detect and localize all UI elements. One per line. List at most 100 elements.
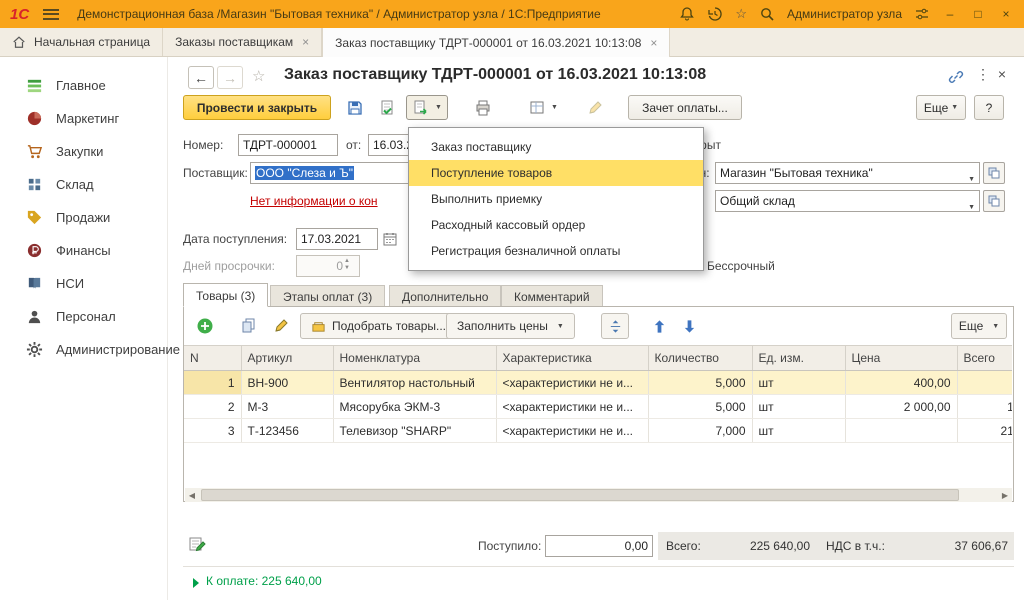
table-row[interactable]: 2 М-3 Мясорубка ЭКМ-3 <характеристики не… (184, 395, 1012, 419)
tab-additional[interactable]: Дополнительно (389, 285, 501, 307)
col-unit[interactable]: Ед. изм. (752, 346, 845, 371)
kebab-menu-icon[interactable]: ⋮ (975, 66, 991, 83)
hamburger-menu-icon[interactable] (43, 9, 59, 20)
no-contact-info-link[interactable]: Нет информации о кон (250, 190, 378, 212)
add-row-button[interactable] (192, 313, 218, 339)
warehouse-combo[interactable]: Общий склад ▼ (715, 190, 980, 212)
menu-item-cashless-payment-registration[interactable]: Регистрация безналичной оплаты (409, 238, 703, 264)
expand-rows-button[interactable] (601, 313, 629, 339)
move-row-down-button[interactable] (676, 313, 702, 339)
cell-article[interactable]: Т-123456 (241, 419, 333, 443)
cell-total[interactable]: 10 000,00 (957, 395, 1012, 419)
cell-nomenclature[interactable]: Телевизор "SHARP" (333, 419, 496, 443)
cell-article[interactable]: ВН-900 (241, 371, 333, 395)
scrollbar-thumb[interactable] (201, 489, 959, 501)
cell-total[interactable]: 213 640,00 (957, 419, 1012, 443)
col-total[interactable]: Всего (957, 346, 1012, 371)
history-icon[interactable] (707, 6, 723, 22)
cell-unit[interactable]: шт (752, 419, 845, 443)
tab-supplier-orders-list[interactable]: Заказы поставщикам × (163, 28, 322, 56)
receipt-date-field[interactable]: 17.03.2021 (296, 228, 378, 250)
pick-goods-button[interactable]: Подобрать товары... (300, 313, 457, 339)
sidebar-item-prodazhi[interactable]: Продажи (0, 201, 167, 234)
close-document-icon[interactable]: × (994, 66, 1010, 82)
received-field[interactable]: 0,00 (545, 535, 653, 557)
cell-quantity[interactable]: 5,000 (648, 371, 752, 395)
overdue-spinner[interactable]: ▲ ▼ (344, 258, 350, 271)
sidebar-item-nsi[interactable]: НСИ (0, 267, 167, 300)
cell-unit[interactable]: шт (752, 395, 845, 419)
user-settings-sliders-icon[interactable] (914, 6, 930, 22)
tab-close-icon[interactable]: × (650, 36, 657, 50)
number-field[interactable]: ТДРТ-000001 (238, 134, 338, 156)
cell-quantity[interactable]: 5,000 (648, 395, 752, 419)
col-quantity[interactable]: Количество (648, 346, 752, 371)
col-nomenclature[interactable]: Номенклатура (333, 346, 496, 371)
sidebar-item-zakupki[interactable]: Закупки (0, 135, 167, 168)
table-row[interactable]: 3 Т-123456 Телевизор "SHARP" <характерис… (184, 419, 1012, 443)
tab-home[interactable]: Начальная страница (0, 28, 163, 56)
cell-n[interactable]: 1 (184, 371, 241, 395)
scroll-right-icon[interactable]: ▶ (998, 488, 1012, 502)
create-based-on-button[interactable]: ▼ (406, 95, 448, 120)
cell-article[interactable]: М-3 (241, 395, 333, 419)
caret-down-icon[interactable]: ▼ (968, 170, 975, 184)
menu-item-goods-receipt[interactable]: Поступление товаров (409, 160, 703, 186)
scroll-left-icon[interactable]: ◀ (185, 488, 199, 502)
favorite-star-icon[interactable]: ☆ (252, 67, 265, 85)
tab-goods[interactable]: Товары (3) (183, 283, 268, 307)
sidebar-item-personal[interactable]: Персонал (0, 300, 167, 333)
sidebar-item-administrirovanie[interactable]: Администрирование (0, 333, 167, 366)
cell-n[interactable]: 3 (184, 419, 241, 443)
cell-unit[interactable]: шт (752, 371, 845, 395)
col-article[interactable]: Артикул (241, 346, 333, 371)
copy-row-button[interactable] (236, 313, 262, 339)
edit-row-button[interactable] (268, 313, 294, 339)
warehouse-open-button[interactable] (983, 190, 1005, 212)
caret-down-icon[interactable]: ▼ (968, 198, 975, 212)
get-link-icon[interactable] (948, 69, 964, 88)
cell-characteristic[interactable]: <характеристики не и... (496, 395, 648, 419)
forward-button[interactable]: → (217, 66, 243, 89)
table-row[interactable]: 1 ВН-900 Вентилятор настольный <характер… (184, 371, 1012, 395)
reports-button[interactable]: ▼ (522, 95, 564, 120)
save-button[interactable] (342, 95, 368, 120)
notifications-bell-icon[interactable] (679, 6, 695, 22)
print-button[interactable] (470, 95, 496, 120)
minimize-button[interactable]: – (942, 7, 958, 21)
supplier-field[interactable]: ООО "Слеза и Ъ" (250, 162, 410, 184)
menu-item-cash-outflow-order[interactable]: Расходный кассовый ордер (409, 212, 703, 238)
store-open-button[interactable] (983, 162, 1005, 184)
col-price[interactable]: Цена (845, 346, 957, 371)
store-combo[interactable]: Магазин "Бытовая техника" ▼ (715, 162, 980, 184)
back-button[interactable]: ← (188, 66, 214, 89)
search-icon[interactable] (759, 6, 775, 22)
current-user[interactable]: Администратор узла (787, 7, 902, 21)
calendar-icon[interactable] (382, 231, 398, 250)
cell-nomenclature[interactable]: Мясорубка ЭКМ-3 (333, 395, 496, 419)
tab-close-icon[interactable]: × (302, 35, 309, 49)
menu-item-supplier-order[interactable]: Заказ поставщику (409, 134, 703, 160)
menu-item-perform-acceptance[interactable]: Выполнить приемку (409, 186, 703, 212)
col-characteristic[interactable]: Характеристика (496, 346, 648, 371)
to-pay-link[interactable]: К оплате: 225 640,00 (206, 574, 322, 588)
offset-payment-button[interactable]: Зачет оплаты... (628, 95, 742, 120)
spin-down-icon[interactable]: ▼ (344, 265, 350, 271)
move-row-up-button[interactable] (646, 313, 672, 339)
horizontal-scrollbar[interactable]: ◀ ▶ (185, 488, 1012, 502)
close-window-button[interactable]: × (998, 7, 1014, 21)
cell-nomenclature[interactable]: Вентилятор настольный (333, 371, 496, 395)
help-button[interactable]: ? (974, 95, 1004, 120)
spin-up-icon[interactable]: ▲ (344, 258, 350, 264)
comment-note-icon[interactable] (188, 535, 206, 556)
post-document-button[interactable] (374, 95, 400, 120)
maximize-button[interactable]: □ (970, 7, 986, 21)
fill-prices-button[interactable]: Заполнить цены ▼ (446, 313, 575, 339)
tab-payment-stages[interactable]: Этапы оплат (3) (270, 285, 385, 307)
cell-total[interactable]: 2 000,00 (957, 371, 1012, 395)
tab-comment[interactable]: Комментарий (501, 285, 603, 307)
sidebar-item-glavnoe[interactable]: Главное (0, 69, 167, 102)
tab-supplier-order-document[interactable]: Заказ поставщику ТДРТ-000001 от 16.03.20… (322, 28, 670, 57)
cell-characteristic[interactable]: <характеристики не и... (496, 419, 648, 443)
favorites-star-icon[interactable]: ☆ (735, 6, 747, 22)
